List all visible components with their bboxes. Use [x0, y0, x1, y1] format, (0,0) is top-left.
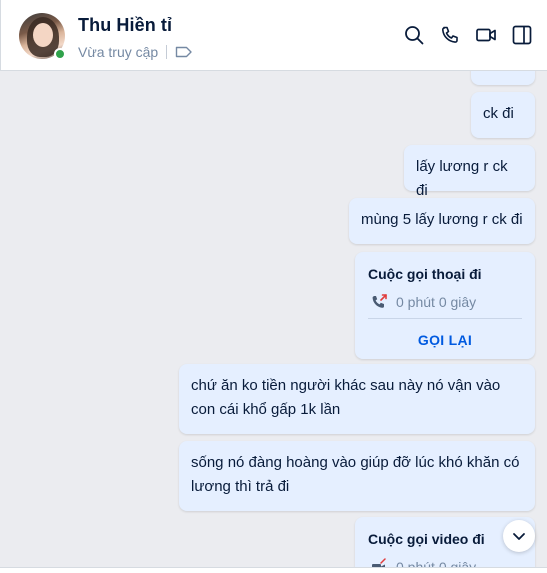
message-text: sống nó đàng hoàng vào giúp đỡ lúc khó k…	[191, 454, 520, 495]
sidebar-toggle-icon	[512, 25, 532, 45]
message-text: ck đi	[483, 105, 514, 122]
search-button[interactable]	[403, 23, 425, 47]
chevron-down-icon	[513, 533, 525, 540]
voice-call-button[interactable]	[439, 23, 461, 47]
status-row: Vừa truy cập	[78, 43, 193, 61]
message-text: lấy lương r ck đi	[416, 158, 508, 199]
chat-header: Thu Hiền tỉ Vừa truy cập	[0, 0, 547, 71]
call-card-divider	[368, 318, 522, 319]
phone-icon	[441, 26, 458, 43]
call-title: Cuộc gọi thoại đi	[368, 266, 482, 282]
message-text: chứ ăn ko tiền người khác sau này nó vận…	[191, 377, 501, 418]
tag-icon[interactable]	[175, 45, 193, 59]
video-call-button[interactable]	[475, 23, 497, 47]
call-duration: 0 phút 0 giây	[396, 294, 477, 310]
message-bubble[interactable]: mùng 5 lấy lương r ck đi	[349, 198, 535, 244]
message-bubble-partial	[471, 71, 535, 85]
header-actions	[403, 23, 533, 47]
message-bubble[interactable]: sống nó đàng hoàng vào giúp đỡ lúc khó k…	[179, 441, 535, 511]
voice-call-card: Cuộc gọi thoại đi 0 phút 0 giây GỌI LẠI	[355, 252, 535, 359]
last-seen-status: Vừa truy cập	[78, 44, 159, 60]
message-bubble[interactable]: ck đi	[471, 92, 535, 138]
call-title: Cuộc gọi video đi	[368, 531, 485, 547]
call-duration-row: 0 phút 0 giây	[370, 290, 476, 314]
call-back-button[interactable]: GỌI LẠI	[355, 328, 535, 352]
message-bubble[interactable]: chứ ăn ko tiền người khác sau này nó vận…	[179, 364, 535, 434]
scroll-to-bottom-button[interactable]	[503, 520, 535, 552]
message-bubble[interactable]: lấy lương r ck đi	[404, 145, 535, 199]
composer-top-edge	[0, 567, 547, 573]
outgoing-call-icon	[372, 294, 387, 308]
message-list[interactable]: ck đi lấy lương r ck đi mùng 5 lấy lương…	[0, 71, 547, 573]
search-icon	[405, 26, 424, 45]
message-text: mùng 5 lấy lương r ck đi	[361, 211, 523, 228]
contact-name[interactable]: Thu Hiền tỉ	[78, 15, 172, 36]
status-divider	[166, 45, 168, 59]
video-icon	[476, 28, 496, 42]
online-status-dot	[54, 48, 66, 60]
avatar-face	[33, 23, 53, 47]
conversation-info-button[interactable]	[511, 23, 533, 47]
